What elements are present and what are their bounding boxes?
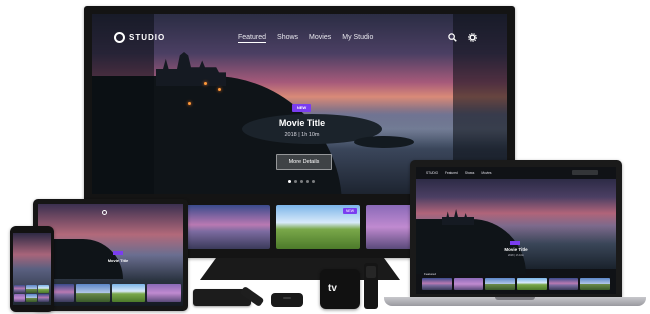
laptop-hero-meta: 2018 | 1h 10m [508,254,524,257]
nav-featured[interactable]: Featured [238,34,267,43]
phone-thumbnail[interactable] [38,294,49,302]
nav-my-studio[interactable]: My Studio [342,34,373,43]
laptop-notch [495,297,535,300]
nav-shows[interactable]: Shows [277,34,298,43]
laptop-nav-movies[interactable]: Movies [481,171,491,175]
tv-top-nav: STUDIO Featured Shows Movies My Studio [92,14,507,52]
carousel-dot[interactable] [300,180,303,183]
nav-movies[interactable]: Movies [309,34,331,43]
tablet-thumbnail[interactable] [75,284,110,302]
laptop-thumbnail[interactable] [485,278,516,290]
thumbnail-new-badge: NEW [343,208,357,214]
carousel-dot[interactable] [306,180,309,183]
laptop-search-input[interactable] [572,170,598,175]
laptop-device: STUDIO Featured Shows Movies Movie Title… [410,160,622,297]
tablet-hero-title: Movie Title [107,258,129,263]
streaming-puck [271,293,303,307]
carousel-dot-active[interactable] [288,180,291,183]
laptop-content-row [422,278,611,292]
laptop-thumbnail[interactable] [422,278,452,290]
laptop-nav-shows[interactable]: Shows [465,171,475,175]
apple-tv-logo: tv [328,283,337,294]
search-icon[interactable] [448,33,457,42]
hero-new-badge: NEW [292,104,311,112]
hero-title: Movie Title [278,118,326,128]
nav-links: Featured Shows Movies My Studio [238,34,373,43]
device-lineup-showcase: STUDIO Featured Shows Movies My Studio N… [0,0,650,314]
phone-thumbnail[interactable] [26,294,37,302]
tablet-thumbnail[interactable] [147,284,181,302]
laptop-thumbnail[interactable] [453,278,484,290]
tablet-content-row [40,284,181,304]
content-thumbnail[interactable] [186,205,270,249]
tablet-device: Movie Title [33,199,188,311]
phone-thumbnail[interactable] [26,285,37,293]
phone-thumbnail[interactable] [38,285,49,293]
laptop-new-badge [510,241,520,245]
laptop-screen: STUDIO Featured Shows Movies Movie Title… [416,167,616,294]
laptop-thumbnail[interactable] [580,278,611,290]
apple-tv-box [320,269,360,309]
siri-remote-touchpad [366,266,376,278]
phone-content-grid [14,285,50,302]
gear-icon[interactable] [468,33,477,42]
logo-text: STUDIO [129,33,166,42]
carousel-dot[interactable] [312,180,315,183]
laptop-thumbnail[interactable] [548,278,579,290]
phone-screen [13,233,51,305]
hero-rock [354,136,414,148]
carousel-dot[interactable] [294,180,297,183]
phone-device [10,226,54,312]
carousel-dots [288,180,315,183]
laptop-nav-featured[interactable]: Featured [445,171,458,175]
tablet-screen: Movie Title [38,204,183,306]
phone-thumbnail[interactable] [14,285,25,293]
content-thumbnail[interactable]: NEW [276,205,360,249]
more-details-button[interactable]: More Details [276,154,332,170]
tablet-logo-icon[interactable] [102,210,107,215]
laptop-thumbnail[interactable] [517,278,547,290]
laptop-logo-text[interactable]: STUDIO [426,171,438,175]
hero-light [204,82,207,85]
laptop-hero-title: Movie Title [504,247,528,252]
laptop-row-label: Featured [424,272,437,276]
nav-icons [448,33,477,42]
puck-status-light [283,297,291,299]
hero-light [188,102,191,105]
studio-logo[interactable]: STUDIO [114,32,165,43]
tablet-thumbnail[interactable] [111,284,146,302]
hero-meta: 2018 | 1h 10m [284,132,320,138]
hero-light [218,88,221,91]
tablet-new-badge [113,251,123,255]
laptop-hero-castle [442,209,474,225]
phone-thumbnail[interactable] [14,294,25,302]
hero-castle [156,52,226,86]
logo-ring-icon [114,32,125,43]
